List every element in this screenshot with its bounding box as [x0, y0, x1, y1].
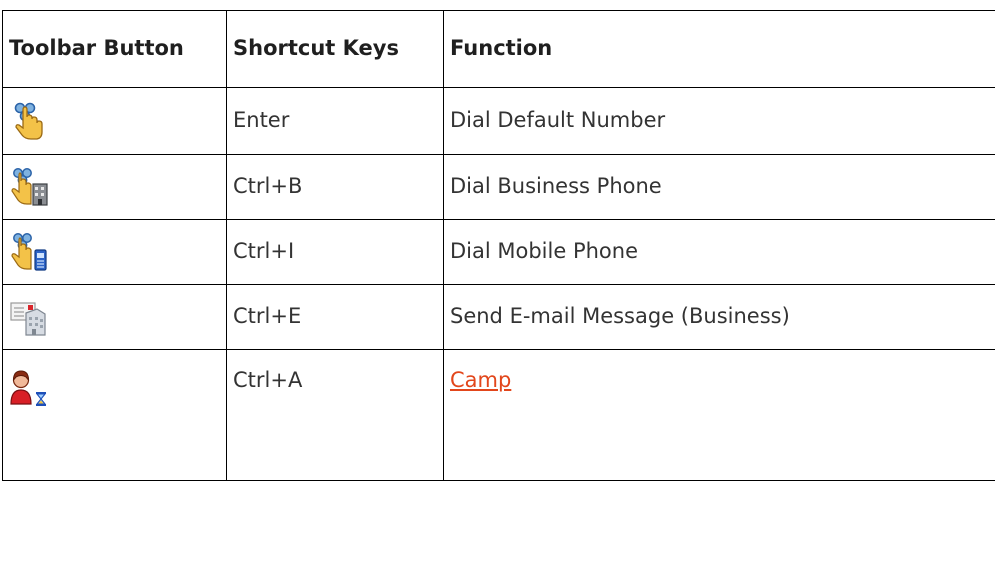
table-row: Ctrl+B Dial Business Phone [2, 154, 995, 220]
camp-link[interactable]: Camp [450, 368, 511, 392]
shortcut-key: Ctrl+E [226, 284, 444, 350]
header-shortcut-keys: Shortcut Keys [226, 10, 444, 88]
shortcut-key: Ctrl+B [226, 154, 444, 220]
shortcut-table: Toolbar Button Shortcut Keys Function En… [2, 10, 995, 481]
function-text: Dial Mobile Phone [443, 219, 995, 285]
table-row: Ctrl+A Camp [2, 349, 995, 481]
table-row: Ctrl+E Send E-mail Message (Business) [2, 284, 995, 350]
toolbar-button-cell [2, 87, 227, 155]
header-function: Function [443, 10, 995, 88]
user-hourglass-icon[interactable] [9, 368, 49, 408]
function-text: Dial Business Phone [443, 154, 995, 220]
dial-default-icon[interactable] [9, 101, 49, 141]
shortcut-key: Ctrl+A [226, 349, 444, 481]
table-row: Enter Dial Default Number [2, 87, 995, 155]
email-business-icon[interactable] [9, 297, 49, 337]
shortcut-key: Enter [226, 87, 444, 155]
dial-mobile-icon[interactable] [9, 232, 49, 272]
header-toolbar-button: Toolbar Button [2, 10, 227, 88]
table-header-row: Toolbar Button Shortcut Keys Function [2, 10, 995, 88]
toolbar-button-cell [2, 349, 227, 481]
function-text: Dial Default Number [443, 87, 995, 155]
content-area: Toolbar Button Shortcut Keys Function En… [0, 0, 995, 569]
table-row: Ctrl+I Dial Mobile Phone [2, 219, 995, 285]
function-cell: Camp [443, 349, 995, 481]
function-text: Send E-mail Message (Business) [443, 284, 995, 350]
toolbar-button-cell [2, 284, 227, 350]
toolbar-button-cell [2, 154, 227, 220]
toolbar-button-cell [2, 219, 227, 285]
shortcut-key: Ctrl+I [226, 219, 444, 285]
dial-business-icon[interactable] [9, 167, 49, 207]
